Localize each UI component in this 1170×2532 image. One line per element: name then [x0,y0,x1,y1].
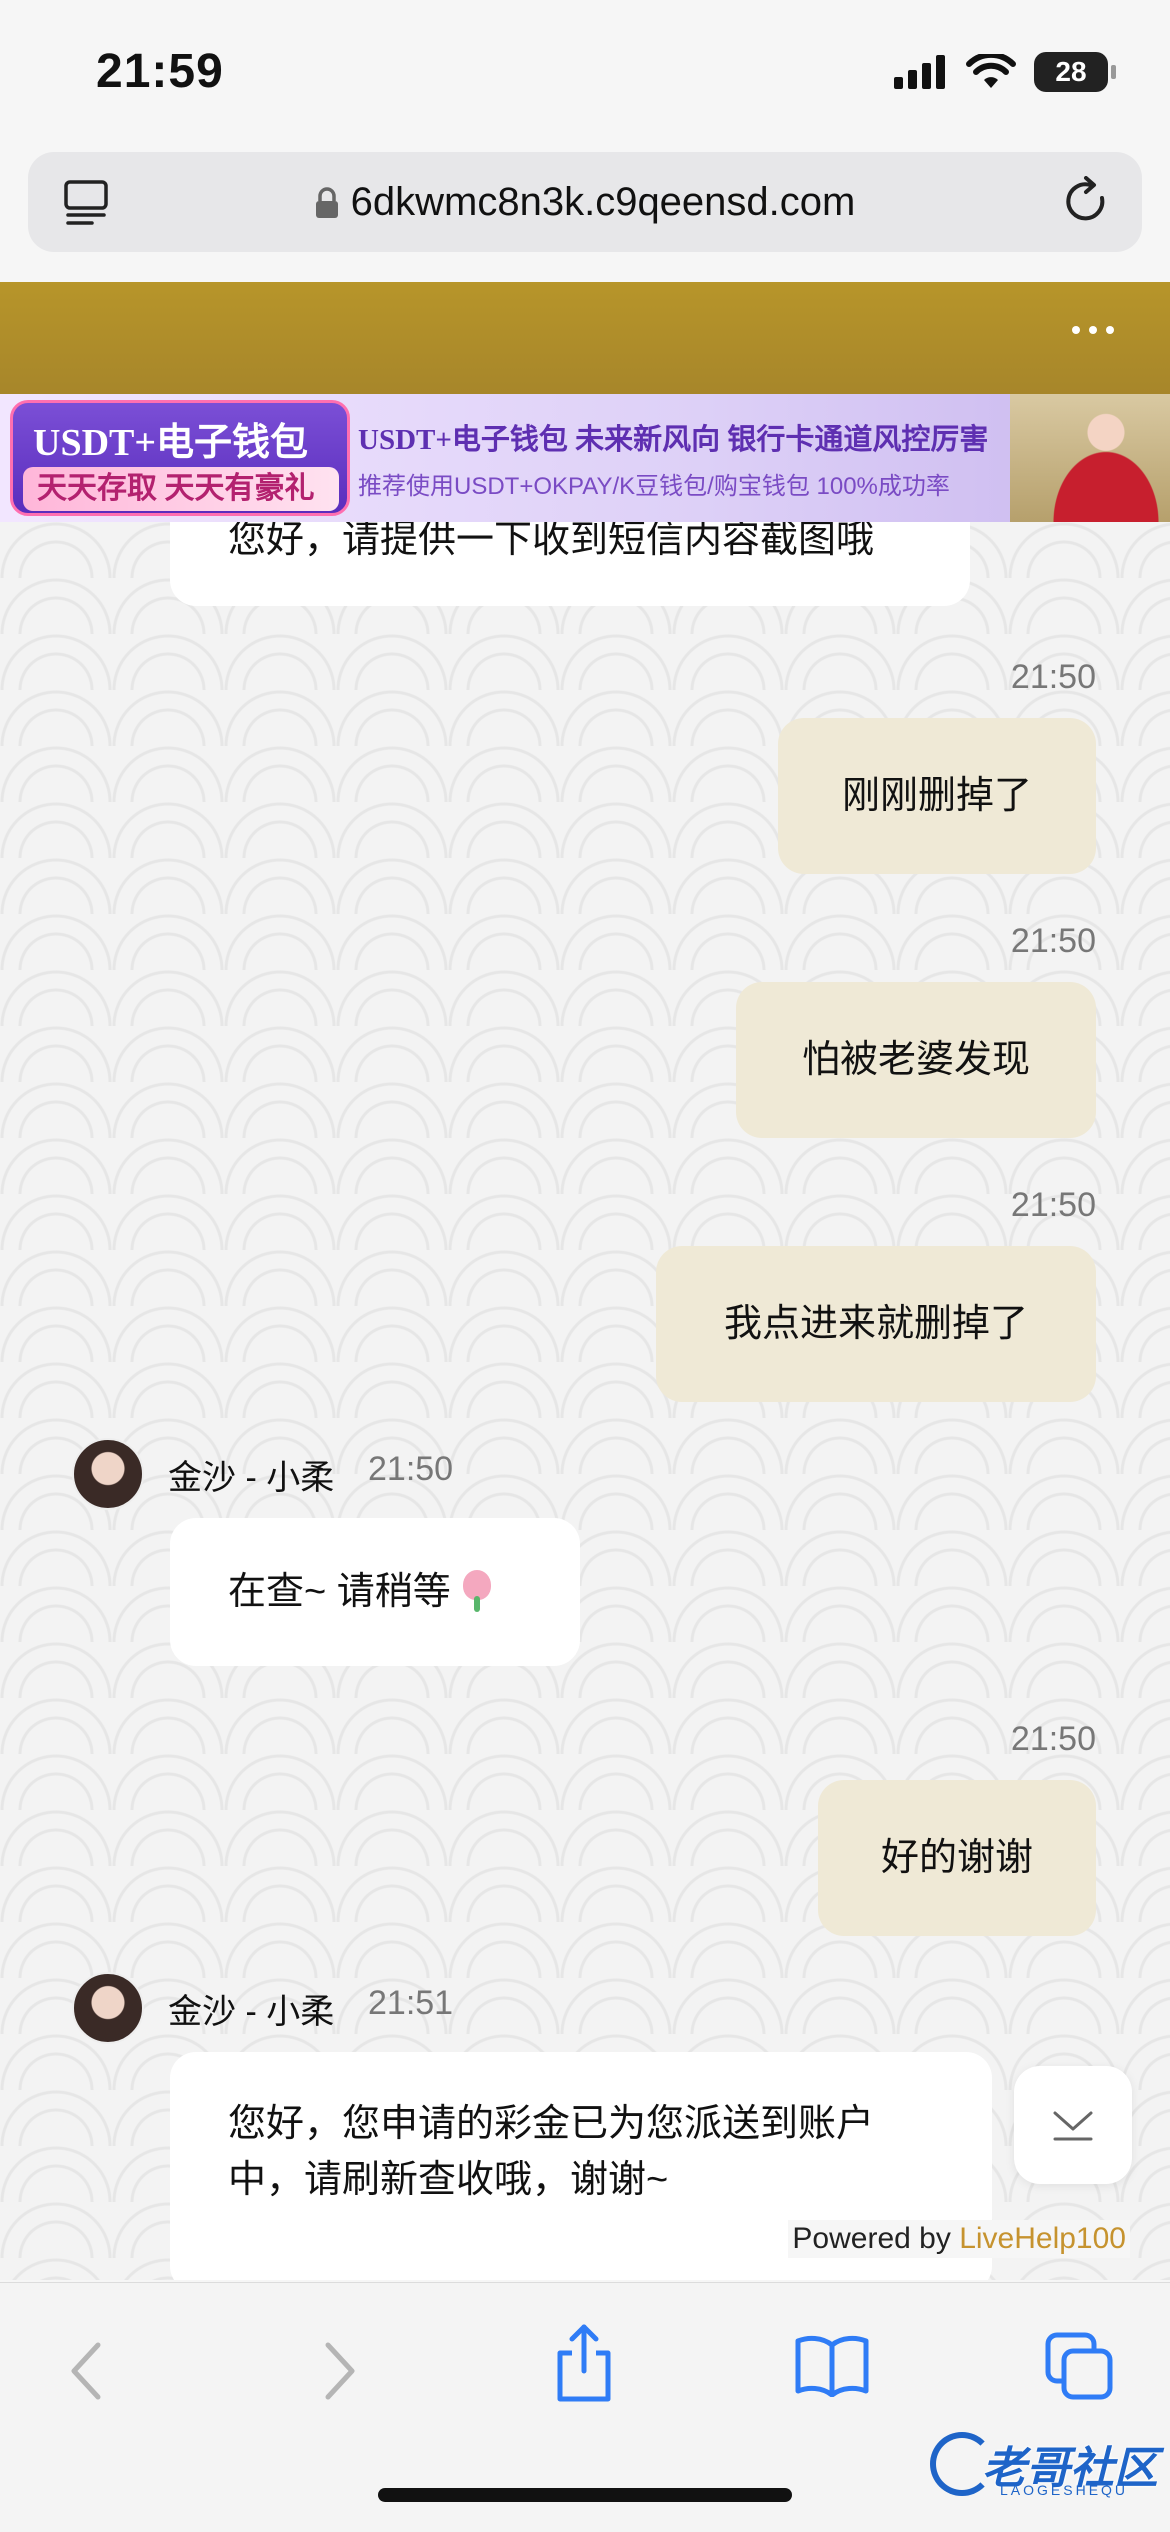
message-time: 21:50 [1010,1720,1096,1758]
message-text: 刚刚删掉了 [841,775,1032,817]
url-text: 6dkwmc8n3k.c9qeensd.com [350,180,856,224]
banner-model-image [1010,394,1170,522]
banner-badge-subtitle: 天天存取 天天有豪礼 [23,467,339,511]
battery-level: 28 [1055,56,1087,87]
bookmarks-icon[interactable] [794,2333,870,2397]
message-bubble-outgoing: 刚刚删掉了 [778,718,1096,874]
message-bubble-outgoing: 怕被老婆发现 [736,982,1096,1138]
banner-badge: USDT+电子钱包 天天存取 天天有豪礼 [10,400,350,516]
back-icon[interactable] [66,2339,106,2403]
message-text: 怕被老婆发现 [801,1039,1030,1081]
message-bubble-outgoing: 好的谢谢 [818,1780,1096,1936]
chat-messages[interactable]: 您好，请提供一下收到短信内容截图哦 21:50 刚刚删掉了 21:50 怕被老婆… [0,522,1170,2280]
message-text: 您好，您申请的彩金已为您派送到账户中，请刷新查收哦，谢谢~ [228,2103,875,2201]
powered-by-brand[interactable]: LiveHelp100 [959,2222,1126,2255]
battery-indicator: 28 [1034,52,1116,92]
chevron-down-icon [1053,2111,1093,2141]
watermark-logo: 老哥社区 LAOGESHEQU [930,2428,1160,2508]
powered-by-label: Powered by [792,2222,951,2255]
powered-by: Powered by LiveHelp100 [788,2220,1130,2258]
message-bubble-incoming: 您好，请提供一下收到短信内容截图哦 [170,522,970,606]
reload-icon[interactable] [1062,176,1112,228]
home-indicator [378,2488,792,2502]
lock-icon [315,187,338,218]
banner-badge-title: USDT+电子钱包 [33,422,309,464]
share-icon[interactable] [552,2323,616,2403]
message-text: 我点进来就删掉了 [723,1303,1028,1345]
more-options-icon[interactable] [1072,326,1114,334]
message-time: 21:51 [368,1984,454,2022]
message-text: 您好，请提供一下收到短信内容截图哦 [228,522,875,561]
tabs-icon[interactable] [1044,2331,1114,2401]
banner-headline: USDT+电子钱包 未来新风向 银行卡通道风控厉害 [358,424,989,456]
message-time: 21:50 [1010,1186,1096,1224]
message-bubble-incoming: 在查~ 请稍等 [170,1518,580,1666]
message-time: 21:50 [1010,658,1096,696]
tulip-emoji-icon [457,1568,497,1612]
ad-banner[interactable]: USDT+电子钱包 天天存取 天天有豪礼 USDT+电子钱包 未来新风向 银行卡… [0,394,1170,522]
message-time: 21:50 [1010,922,1096,960]
url-bar[interactable]: 6dkwmc8n3k.c9qeensd.com [28,152,1142,252]
url-field[interactable]: 6dkwmc8n3k.c9qeensd.com [28,180,1142,225]
watermark-subtitle: LAOGESHEQU [1000,2482,1129,2498]
agent-avatar [72,1972,144,2044]
scroll-to-bottom-button[interactable] [1014,2066,1132,2184]
sender-name: 金沙 - 小柔 [168,1993,335,2031]
chat-header [0,282,1170,394]
wifi-icon [966,54,1016,88]
banner-subline: 推荐使用USDT+OKPAY/K豆钱包/购宝钱包 100%成功率 [358,473,950,500]
agent-avatar [72,1438,144,1510]
message-text: 在查~ 请稍等 [228,1571,451,1613]
message-time: 21:50 [368,1450,454,1488]
signal-icon [894,55,945,89]
status-bar: 21:59 28 [0,0,1170,140]
status-icons: 28 [894,52,1116,92]
message-text: 好的谢谢 [880,1837,1033,1879]
status-time: 21:59 [96,45,224,98]
message-bubble-outgoing: 我点进来就删掉了 [656,1246,1096,1402]
sender-name: 金沙 - 小柔 [168,1459,335,1497]
forward-icon[interactable] [320,2339,360,2403]
